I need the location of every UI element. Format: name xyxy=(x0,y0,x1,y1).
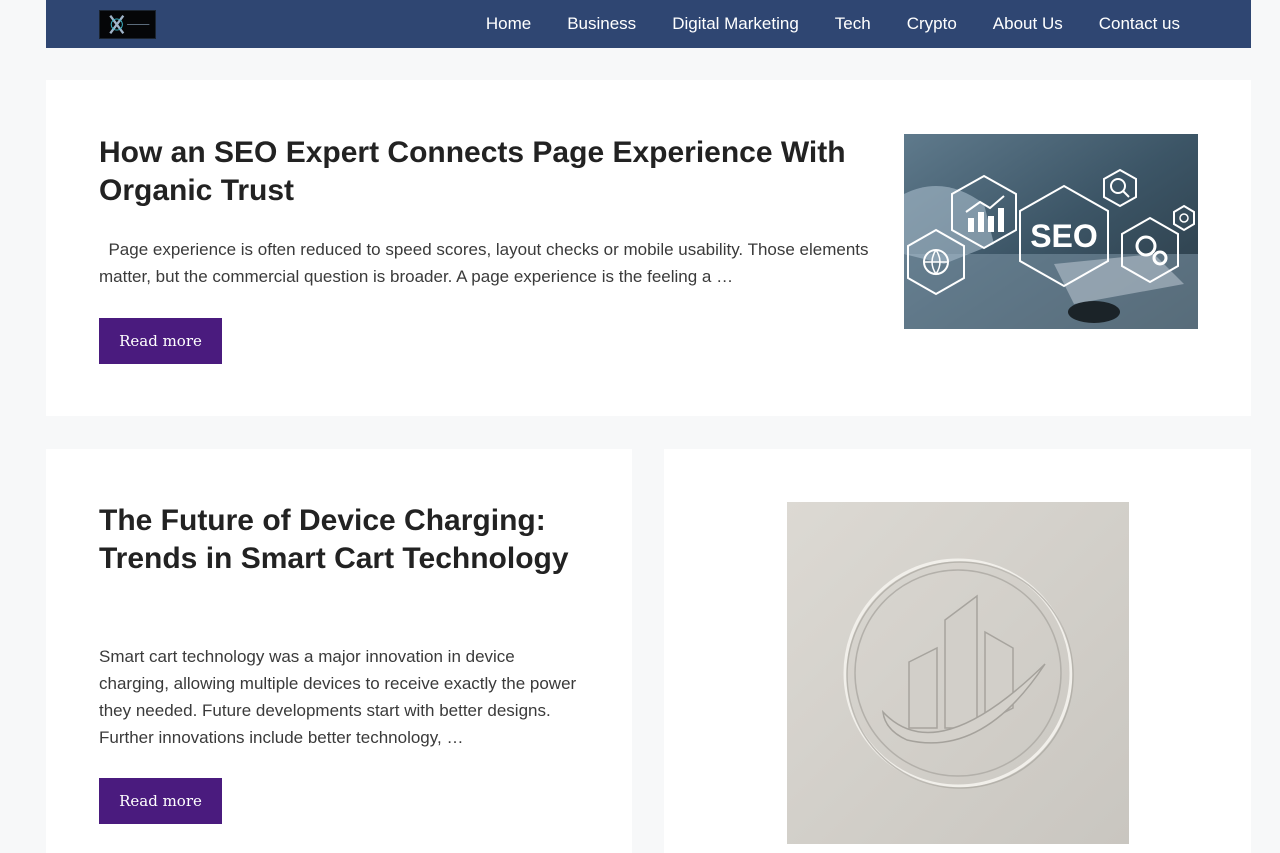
nav-item-home[interactable]: Home xyxy=(486,14,531,34)
nav-item-tech[interactable]: Tech xyxy=(835,14,871,34)
logo-mark-icon xyxy=(100,11,155,38)
nav-item-contact-us[interactable]: Contact us xyxy=(1099,14,1180,34)
read-more-button[interactable]: Read more xyxy=(99,778,222,824)
post-excerpt: Smart cart technology was a major innova… xyxy=(99,647,577,747)
nav-item-digital-marketing[interactable]: Digital Marketing xyxy=(672,14,799,34)
post-thumbnail-seo[interactable]: SEO xyxy=(904,134,1198,329)
site-header: Home Business Digital Marketing Tech Cry… xyxy=(46,0,1251,48)
post-title[interactable]: The Future of Device Charging: Trends in… xyxy=(99,502,599,578)
nav-item-crypto[interactable]: Crypto xyxy=(907,14,957,34)
post-card-image xyxy=(664,449,1251,853)
post-card-device-charging: The Future of Device Charging: Trends in… xyxy=(46,449,632,853)
embossed-logo-image xyxy=(787,502,1129,844)
nav-item-business[interactable]: Business xyxy=(567,14,636,34)
seo-illustration: SEO xyxy=(904,134,1198,329)
site-logo[interactable] xyxy=(99,10,156,39)
post-thumbnail-emboss[interactable] xyxy=(787,502,1129,844)
post-title[interactable]: How an SEO Expert Connects Page Experien… xyxy=(99,134,859,210)
post-excerpt: Page experience is often reduced to spee… xyxy=(99,240,869,286)
primary-nav: Home Business Digital Marketing Tech Cry… xyxy=(486,0,1180,48)
seo-image-text: SEO xyxy=(1030,218,1098,254)
nav-item-about-us[interactable]: About Us xyxy=(993,14,1063,34)
read-more-button[interactable]: Read more xyxy=(99,318,222,364)
post-card-seo: How an SEO Expert Connects Page Experien… xyxy=(46,80,1251,416)
